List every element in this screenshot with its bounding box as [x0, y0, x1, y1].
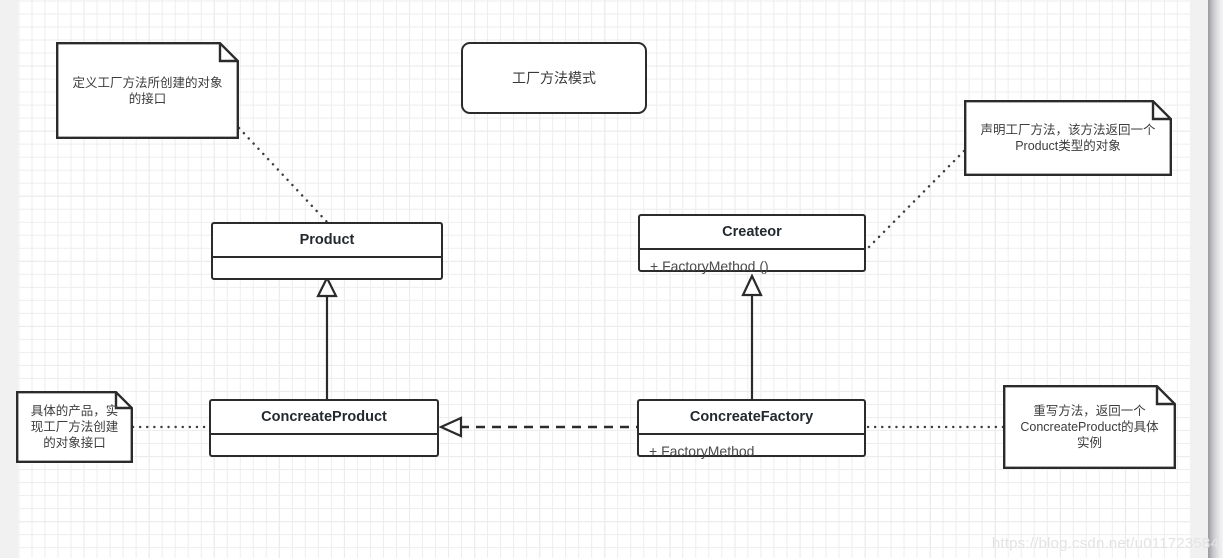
note-link-product [237, 126, 329, 224]
note-concreate-factory[interactable]: 重写方法，返回一个 ConcreateProduct的具体 实例 [1003, 385, 1176, 469]
note-concreate-product-text: 具体的产品，实 现工厂方法创建 的对象接口 [30, 404, 119, 450]
note-concreate-factory-text: 重写方法，返回一个 ConcreateProduct的具体 实例 [1020, 404, 1159, 450]
diagram-canvas: 工厂方法模式 定义工厂方法所创建的对象 的接口 声明工厂方法，该方法返回一个 P… [0, 0, 1223, 558]
factory-dependency-arrowhead [438, 416, 463, 438]
class-members-concreate-factory: + FactoryMethod [649, 443, 755, 459]
watermark: https://blog.csdn.net/u011723584 [991, 535, 1219, 552]
note-product[interactable]: 定义工厂方法所创建的对象 的接口 [56, 42, 239, 139]
class-name-product: Product [213, 224, 441, 258]
class-box-concreate-factory[interactable]: ConcreateFactory + FactoryMethod [637, 399, 866, 459]
class-name-concreate-factory: ConcreateFactory [639, 401, 864, 435]
note-link-createor [864, 149, 966, 252]
class-name-createor: Createor [640, 216, 864, 250]
class-members-concreate-product [211, 435, 437, 467]
class-box-createor[interactable]: Createor + FactoryMethod () [638, 214, 866, 274]
note-concreate-product[interactable]: 具体的产品，实 现工厂方法创建 的对象接口 [16, 391, 133, 463]
class-name-concreate-product: ConcreateProduct [211, 401, 437, 435]
diagram-title-label: 工厂方法模式 [512, 70, 596, 86]
note-createor[interactable]: 声明工厂方法，该方法返回一个 Product类型的对象 [964, 100, 1172, 176]
note-createor-text: 声明工厂方法，该方法返回一个 Product类型的对象 [980, 123, 1156, 153]
class-box-product[interactable]: Product [211, 222, 443, 280]
note-product-text: 定义工厂方法所创建的对象 的接口 [72, 75, 223, 106]
class-members-product [213, 258, 441, 290]
class-box-concreate-product[interactable]: ConcreateProduct [209, 399, 439, 457]
diagram-title-box[interactable]: 工厂方法模式 [461, 42, 647, 114]
class-members-createor: + FactoryMethod () [650, 258, 769, 274]
